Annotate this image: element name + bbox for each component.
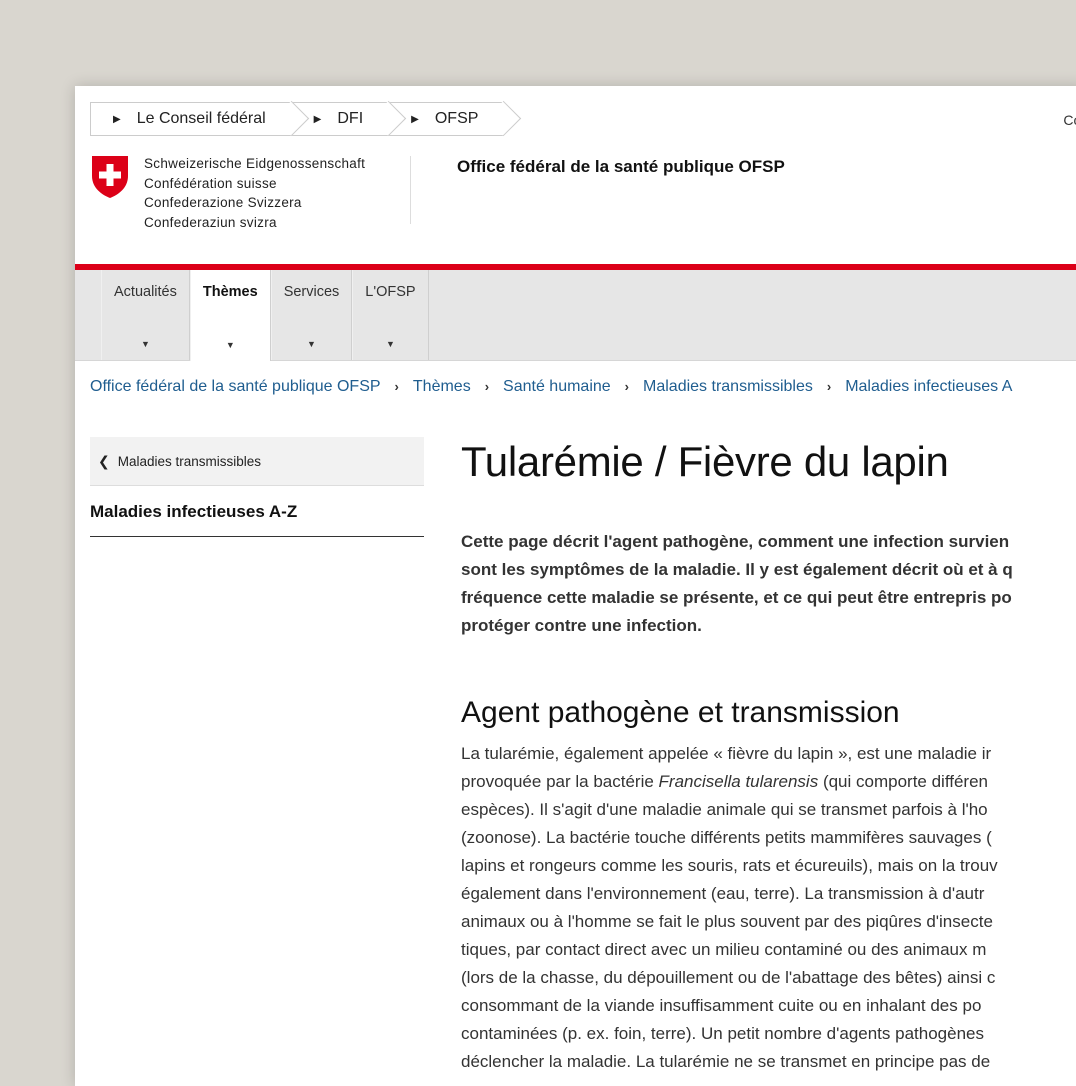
triangle-right-icon: ▶ [113,113,121,125]
nav-tab-actualites[interactable]: Actualités ▼ [101,270,190,360]
chevron-right-icon: › [826,379,832,394]
confederation-names: Schweizerische Eidgenossenschaft Confédé… [144,154,365,232]
sidebar-back-link[interactable]: ❮ Maladies transmissibles [90,437,424,486]
body-text-span: provoquée par la bactérie [461,772,659,791]
body-line: provoquée par la bactérie Francisella tu… [461,768,1076,796]
caret-down-icon: ▼ [307,339,316,349]
nav-tab-label: Thèmes [202,284,258,300]
page-title: Tularémie / Fièvre du lapin [461,438,949,485]
body-line: déclencher la maladie. La tularémie ne s… [461,1052,991,1071]
nav-tab-label: Actualités [114,284,177,300]
office-title: Office fédéral de la santé publique OFSP [457,157,785,176]
nav-tab-label: Services [283,284,340,300]
body-line: animaux ou à l'homme se fait le plus sou… [461,912,993,931]
nav-tab-ofsp[interactable]: L'OFSP ▼ [352,270,429,360]
caret-down-icon: ▼ [140,339,150,349]
federal-nav-ofsp[interactable]: ▶ OFSP [389,102,505,136]
triangle-right-icon: ▶ [411,113,419,125]
triangle-right-icon: ▶ [313,113,322,125]
body-line: également dans l'environnement (eau, ter… [461,884,985,903]
nav-tab-label: L'OFSP [365,284,416,300]
body-line: consommant de la viande insuffisamment c… [461,996,982,1015]
lead-line: Cette page décrit l'agent pathogène, com… [461,532,1010,551]
contact-link[interactable]: Cont [1063,112,1076,128]
lead-line: sont les symptômes de la maladie. Il y e… [461,560,1013,579]
body-line: espèces). Il s'agit d'une maladie animal… [461,800,988,819]
breadcrumb-link[interactable]: Thèmes [413,378,471,395]
body-text-span: (qui comporte différen [818,772,988,791]
chevron-right-icon: › [484,379,490,394]
sidebar-back-label: Maladies transmissibles [117,453,262,469]
lead-line: protéger contre une infection. [461,616,702,635]
brand-line: Schweizerische Eidgenossenschaft [144,156,366,171]
federal-nav-label: DFI [337,110,364,127]
nav-tab-services[interactable]: Services ▼ [270,270,353,360]
lead-line: fréquence cette maladie se présente, et … [461,588,1012,607]
body-line: contaminées (p. ex. foin, terre). Un pet… [461,1024,984,1043]
browser-page: ▶ Le Conseil fédéral ▶ DFI ▶ OFSP Cont S… [75,86,1076,1086]
federal-nav: ▶ Le Conseil fédéral ▶ DFI ▶ OFSP [90,102,505,136]
sidebar-current-item[interactable]: Maladies infectieuses A-Z [90,502,424,537]
brand-line: Confederaziun svizra [144,214,277,230]
breadcrumb-link[interactable]: Maladies infectieuses A [845,378,1012,395]
breadcrumb-link[interactable]: Maladies transmissibles [643,378,813,395]
body-line: (zoonose). La bactérie touche différents… [461,828,992,847]
swiss-shield-icon [92,156,128,198]
brand-line: Confederazione Svizzera [144,195,302,210]
caret-down-icon: ▼ [385,339,395,349]
chevron-right-icon: › [624,379,630,394]
body-paragraph: La tularémie, également appelée « fièvre… [461,740,1076,1076]
section-title: Agent pathogène et transmission [461,696,900,729]
confederation-logo[interactable]: Schweizerische Eidgenossenschaft Confédé… [90,154,365,232]
caret-down-icon: ▼ [225,340,235,350]
federal-nav-label: Le Conseil fédéral [136,110,266,127]
federal-nav-conseil[interactable]: ▶ Le Conseil fédéral [90,102,292,136]
chevron-right-icon: › [394,379,399,394]
breadcrumb-link[interactable]: Santé humaine [503,378,611,395]
species-name: Francisella tularensis [658,772,819,791]
federal-nav-label: OFSP [434,110,479,127]
brand-line: Confédération suisse [144,175,277,191]
header-divider [410,156,411,224]
body-line: lapins et rongeurs comme les souris, rat… [461,856,998,875]
lead-paragraph: Cette page décrit l'agent pathogène, com… [461,528,1076,640]
nav-tab-themes[interactable]: Thèmes ▼ [189,270,271,361]
main-nav: Actualités ▼ Thèmes ▼ Services ▼ L'OFSP … [75,270,1076,361]
main-content: Tularémie / Fièvre du lapin Cette page d… [461,436,1076,1076]
body-line: tiques, par contact direct avec un milie… [461,940,987,959]
breadcrumb-link[interactable]: Office fédéral de la santé publique OFSP [90,378,381,395]
chevron-left-icon: ❮ [98,452,110,469]
body-line: La tularémie, également appelée « fièvre… [461,744,992,763]
breadcrumb: Office fédéral de la santé publique OFSP… [90,378,1012,396]
body-line: (lors de la chasse, du dépouillement ou … [461,968,996,987]
